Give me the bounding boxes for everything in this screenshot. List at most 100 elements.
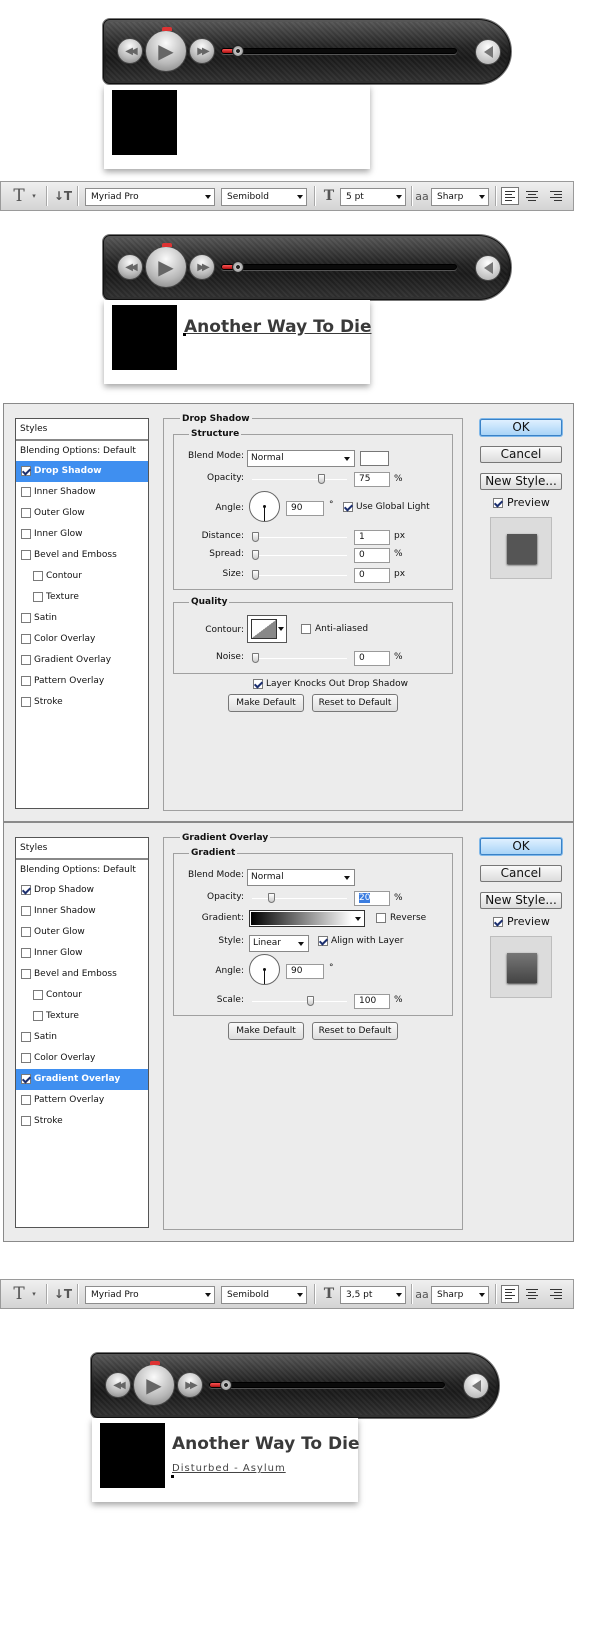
style-item-color-overlay[interactable]: Color Overlay xyxy=(16,629,148,650)
play-button[interactable]: ▶ xyxy=(145,243,187,288)
play-button[interactable]: ▶ xyxy=(145,27,187,72)
style-item-satin[interactable]: Satin xyxy=(16,1027,148,1048)
rewind-button[interactable]: ◀◀ xyxy=(117,38,143,64)
knockout-checkbox[interactable] xyxy=(253,679,263,689)
forward-button[interactable]: ▶▶ xyxy=(177,1372,203,1398)
play-button[interactable]: ▶ xyxy=(133,1361,175,1406)
slider-thumb[interactable] xyxy=(252,532,259,542)
style-item-contour[interactable]: Contour xyxy=(16,985,148,1006)
song-subtitle[interactable]: Disturbed - Asylum xyxy=(172,1463,286,1474)
scale-input[interactable]: 100 xyxy=(354,994,390,1009)
style-item-texture[interactable]: Texture xyxy=(16,1006,148,1027)
style-item-inner-glow[interactable]: Inner Glow xyxy=(16,943,148,964)
preview-checkbox[interactable] xyxy=(493,498,503,508)
font-family-select[interactable]: Myriad Pro xyxy=(85,1286,215,1304)
style-item-inner-glow[interactable]: Inner Glow xyxy=(16,524,148,545)
style-item-gradient-overlay[interactable]: Gradient Overlay xyxy=(16,650,148,671)
checkbox[interactable] xyxy=(21,550,31,560)
checkbox[interactable] xyxy=(21,969,31,979)
slider-thumb[interactable] xyxy=(252,570,259,580)
blend-mode-select[interactable]: Normal xyxy=(247,450,355,467)
gradient-picker[interactable] xyxy=(249,910,365,927)
progress-track[interactable] xyxy=(221,45,457,57)
reset-default-button[interactable]: Reset to Default xyxy=(312,1022,398,1040)
angle-input[interactable]: 90 xyxy=(286,964,324,979)
shadow-color-swatch[interactable] xyxy=(360,451,389,466)
checkbox[interactable] xyxy=(33,1011,43,1021)
opacity-slider[interactable] xyxy=(252,474,347,484)
distance-slider[interactable] xyxy=(252,532,347,542)
cancel-button[interactable]: Cancel xyxy=(480,446,562,463)
style-item-inner-shadow[interactable]: Inner Shadow xyxy=(16,901,148,922)
font-size-select[interactable]: 5 pt xyxy=(340,188,406,206)
style-item-texture[interactable]: Texture xyxy=(16,587,148,608)
slider-thumb[interactable] xyxy=(307,996,314,1006)
style-item-contour[interactable]: Contour xyxy=(16,566,148,587)
checkbox[interactable] xyxy=(21,1074,31,1084)
noise-slider[interactable] xyxy=(252,653,347,663)
antialias-select[interactable]: Sharp xyxy=(431,188,489,206)
size-slider[interactable] xyxy=(252,570,347,580)
ok-button[interactable]: OK xyxy=(480,419,562,436)
tool-preset-arrow-icon[interactable]: ▾ xyxy=(29,182,39,210)
style-item-outer-glow[interactable]: Outer Glow xyxy=(16,922,148,943)
opacity-slider[interactable] xyxy=(252,893,347,903)
align-center-button[interactable] xyxy=(523,1285,541,1303)
align-left-button[interactable] xyxy=(501,1285,519,1303)
align-left-button[interactable] xyxy=(501,187,519,205)
type-tool-icon[interactable]: T xyxy=(7,182,31,210)
font-family-select[interactable]: Myriad Pro xyxy=(85,188,215,206)
forward-button[interactable]: ▶▶ xyxy=(189,38,215,64)
style-item-stroke[interactable]: Stroke xyxy=(16,692,148,713)
progress-track[interactable] xyxy=(221,261,457,273)
style-item-pattern-overlay[interactable]: Pattern Overlay xyxy=(16,671,148,692)
style-item-satin[interactable]: Satin xyxy=(16,608,148,629)
checkbox[interactable] xyxy=(21,634,31,644)
checkbox[interactable] xyxy=(21,655,31,665)
checkbox[interactable] xyxy=(33,990,43,1000)
distance-input[interactable]: 1 xyxy=(354,530,390,545)
text-orientation-icon[interactable]: ↓T xyxy=(53,1280,73,1308)
volume-button[interactable] xyxy=(475,255,501,281)
volume-button[interactable] xyxy=(475,39,501,65)
style-item-bevel-emboss[interactable]: Bevel and Emboss xyxy=(16,964,148,985)
font-size-select[interactable]: 3,5 pt xyxy=(340,1286,406,1304)
font-style-select[interactable]: Semibold xyxy=(221,1286,307,1304)
ok-button[interactable]: OK xyxy=(480,838,562,855)
blending-options-item[interactable]: Blending Options: Default xyxy=(16,859,148,880)
rewind-button[interactable]: ◀◀ xyxy=(105,1372,131,1398)
checkbox[interactable] xyxy=(21,948,31,958)
noise-input[interactable]: 0 xyxy=(354,651,390,666)
new-style-button[interactable]: New Style... xyxy=(480,473,562,490)
rewind-button[interactable]: ◀◀ xyxy=(117,254,143,280)
checkbox[interactable] xyxy=(21,676,31,686)
text-orientation-icon[interactable]: ↓T xyxy=(53,182,73,210)
new-style-button[interactable]: New Style... xyxy=(480,892,562,909)
align-right-button[interactable] xyxy=(547,1285,565,1303)
styles-header[interactable]: Styles xyxy=(16,838,148,859)
style-item-pattern-overlay[interactable]: Pattern Overlay xyxy=(16,1090,148,1111)
anti-aliased-checkbox[interactable] xyxy=(301,624,311,634)
volume-button[interactable] xyxy=(463,1373,489,1399)
progress-track[interactable] xyxy=(209,1379,445,1391)
checkbox[interactable] xyxy=(21,508,31,518)
type-tool-icon[interactable]: T xyxy=(7,1280,31,1308)
font-style-select[interactable]: Semibold xyxy=(221,188,307,206)
checkbox[interactable] xyxy=(21,927,31,937)
style-item-color-overlay[interactable]: Color Overlay xyxy=(16,1048,148,1069)
align-right-button[interactable] xyxy=(547,187,565,205)
checkbox[interactable] xyxy=(33,592,43,602)
reset-default-button[interactable]: Reset to Default xyxy=(312,694,398,712)
cancel-button[interactable]: Cancel xyxy=(480,865,562,882)
checkbox[interactable] xyxy=(21,1116,31,1126)
style-item-bevel-emboss[interactable]: Bevel and Emboss xyxy=(16,545,148,566)
style-item-outer-glow[interactable]: Outer Glow xyxy=(16,503,148,524)
style-select[interactable]: Linear xyxy=(249,935,309,952)
checkbox[interactable] xyxy=(21,1053,31,1063)
spread-input[interactable]: 0 xyxy=(354,548,390,563)
checkbox[interactable] xyxy=(21,1032,31,1042)
style-item-drop-shadow[interactable]: Drop Shadow xyxy=(16,461,148,482)
slider-thumb[interactable] xyxy=(252,550,259,560)
reverse-checkbox[interactable] xyxy=(376,913,386,923)
checkbox[interactable] xyxy=(21,906,31,916)
